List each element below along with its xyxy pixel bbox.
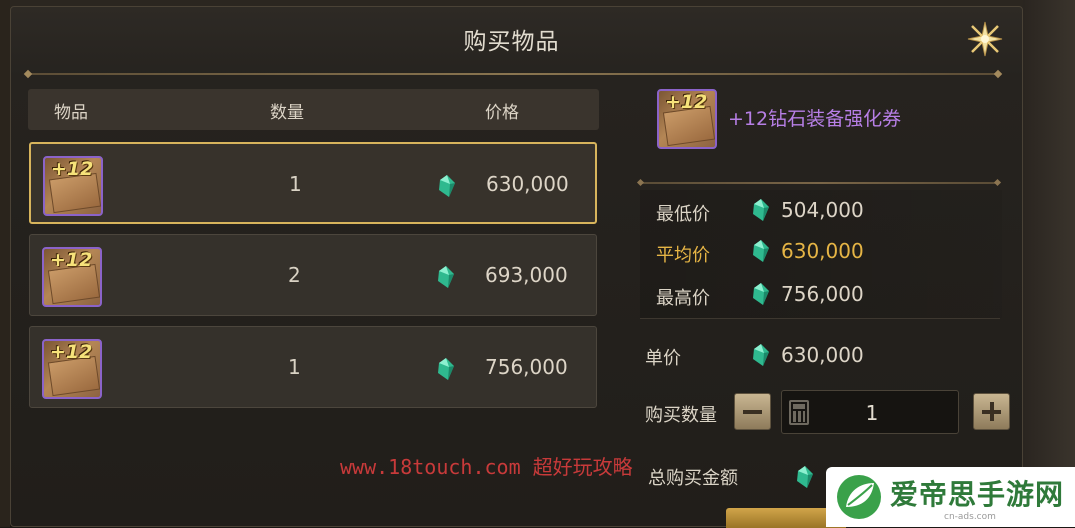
row-price: 756,000: [485, 355, 568, 379]
table-row[interactable]: +12 1 630,000: [29, 142, 597, 224]
table-header: 物品 数量 价格: [28, 89, 599, 130]
quantity-input[interactable]: 1: [781, 390, 959, 434]
leaf-logo-icon: [834, 473, 884, 521]
table-row[interactable]: +12 1 756,000: [29, 326, 597, 408]
average-price-label: 平均价: [656, 241, 710, 267]
diamond-gem-icon: [751, 198, 771, 222]
highest-price-label: 最高价: [656, 284, 710, 310]
dialog-title: 购买物品: [0, 22, 1023, 56]
calculator-icon[interactable]: [789, 400, 809, 425]
table-row[interactable]: +12 2 693,000: [29, 234, 597, 316]
background-left-edge: [0, 0, 10, 527]
icon-badge: +12: [51, 158, 93, 180]
unit-price-label: 单价: [645, 344, 681, 370]
total-amount-label: 总购买金额: [648, 464, 738, 490]
watermark-text: www.18touch.com 超好玩攻略: [340, 451, 633, 480]
buy-quantity-label: 购买数量: [645, 401, 717, 427]
unit-price-value: 630,000: [781, 343, 864, 367]
detail-divider: [640, 182, 998, 184]
row-price: 693,000: [485, 263, 568, 287]
logo-subtext: cn-ads.com: [944, 512, 996, 522]
enhancement-ticket-icon: +12: [42, 247, 102, 307]
average-price-value: 630,000: [781, 239, 864, 263]
icon-badge: +12: [665, 91, 707, 113]
enhancement-ticket-icon: +12: [43, 156, 103, 216]
header-price: 价格: [485, 98, 519, 123]
lowest-price-value: 504,000: [781, 198, 864, 222]
icon-badge: +12: [50, 249, 92, 271]
decrease-quantity-button[interactable]: [734, 393, 771, 430]
quantity-value: 1: [842, 401, 902, 425]
selected-item-icon: +12: [657, 89, 717, 149]
diamond-gem-icon: [751, 239, 771, 263]
diamond-gem-icon: [751, 282, 771, 306]
highest-price-value: 756,000: [781, 282, 864, 306]
diamond-gem-icon: [751, 343, 771, 367]
site-logo: 爱帝思手游网 cn-ads.com: [826, 467, 1075, 527]
header-quantity: 数量: [270, 98, 304, 123]
item-name: +12钻石装备强化券: [728, 104, 901, 131]
row-price: 630,000: [486, 172, 569, 196]
stats-divider: [640, 318, 1000, 319]
logo-text: 爱帝思手游网: [890, 473, 1064, 513]
diamond-gem-icon: [436, 357, 456, 381]
diamond-gem-icon: [795, 465, 815, 489]
row-quantity: 1: [289, 172, 302, 196]
lowest-price-label: 最低价: [656, 200, 710, 226]
diamond-gem-icon: [437, 174, 457, 198]
increase-quantity-button[interactable]: [973, 393, 1010, 430]
enhancement-ticket-icon: +12: [42, 339, 102, 399]
icon-badge: +12: [50, 341, 92, 363]
row-quantity: 2: [288, 263, 301, 287]
close-star-icon[interactable]: [962, 16, 1008, 62]
background-right-edge: [1023, 0, 1075, 527]
title-divider: [28, 73, 998, 75]
row-quantity: 1: [288, 355, 301, 379]
header-item: 物品: [54, 98, 88, 123]
diamond-gem-icon: [436, 265, 456, 289]
